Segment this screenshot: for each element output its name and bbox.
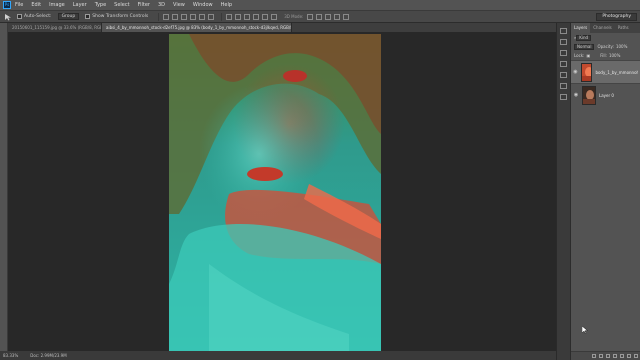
menu-edit[interactable]: Edit [31, 2, 41, 8]
distribute-left-icon[interactable] [253, 13, 260, 20]
lock-label: Lock: [574, 53, 585, 58]
3d-scale-icon[interactable] [343, 13, 350, 20]
tab-layers[interactable]: Layers [571, 23, 591, 33]
workspace-switcher[interactable]: Photography [596, 13, 637, 21]
layer-row-base[interactable]: ◉ Layer 0 [571, 83, 640, 106]
zoom-level[interactable]: 83.33% [3, 353, 18, 358]
menu-3d[interactable]: 3D [158, 2, 165, 8]
layer-thumbnail [582, 85, 596, 105]
align-left-icon[interactable] [190, 13, 197, 20]
layer-name[interactable]: body_1_by_mmonnoh_st... [595, 70, 638, 75]
menu-filter[interactable]: Filter [138, 2, 150, 8]
status-bar: 83.33% Doc: 2.99M/23.9M [0, 351, 556, 360]
menu-bar: Ps File Edit Image Layer Type Select Fil… [0, 0, 640, 10]
layer-row-body[interactable]: ◉ body_1_by_mmonnoh_st... [571, 60, 640, 83]
adjustment-layer-icon[interactable] [613, 354, 617, 358]
mask-icon[interactable] [606, 354, 610, 358]
panel-tab-bar: Layers Channels Paths [571, 23, 640, 33]
link-layers-icon[interactable] [592, 354, 596, 358]
distribute-top-icon[interactable] [226, 13, 233, 20]
options-bar: Auto-Select: Group Show Transform Contro… [0, 10, 640, 23]
show-transform-checkbox[interactable] [85, 14, 91, 19]
move-tool-icon[interactable] [3, 12, 13, 21]
opacity-label: Opacity: [597, 44, 614, 49]
trash-icon[interactable] [634, 354, 638, 358]
new-group-icon[interactable] [620, 354, 624, 358]
mouse-cursor-icon [582, 326, 588, 334]
kind-filter[interactable]: Kind [576, 34, 592, 41]
distribute-bottom-icon[interactable] [244, 13, 251, 20]
menu-help[interactable]: Help [221, 2, 232, 8]
show-transform-label: Show Transform Controls [92, 14, 149, 19]
align-right-icon[interactable] [208, 13, 215, 20]
blend-row: Normal Opacity: 100% [571, 42, 640, 51]
character-icon[interactable] [560, 72, 567, 78]
align-bottom-icon[interactable] [181, 13, 188, 20]
menu-file[interactable]: File [15, 2, 23, 8]
menu-window[interactable]: Window [193, 2, 213, 8]
options-divider [221, 12, 223, 21]
document-image[interactable] [169, 34, 381, 351]
new-layer-icon[interactable] [627, 354, 631, 358]
distribute-middle-icon[interactable] [235, 13, 242, 20]
align-middle-icon[interactable] [172, 13, 179, 20]
opacity-value[interactable]: 100% [616, 44, 627, 49]
menu-view[interactable]: View [173, 2, 185, 8]
3d-pan-icon[interactable] [325, 13, 332, 20]
tab-paths[interactable]: Paths [615, 23, 632, 33]
blend-mode-select[interactable]: Normal [574, 43, 595, 50]
auto-select-label: Auto-Select: [24, 14, 52, 19]
adjustments-icon[interactable] [560, 50, 567, 56]
lock-row: Lock: ▣ Fill: 100% [571, 51, 640, 60]
menu-type[interactable]: Type [95, 2, 106, 8]
menu-select[interactable]: Select [114, 2, 129, 8]
menu-layer[interactable]: Layer [73, 2, 87, 8]
document-size: Doc: 2.99M/23.9M [30, 353, 67, 358]
auto-select-checkbox[interactable] [17, 14, 22, 19]
properties-icon[interactable] [560, 39, 567, 45]
fill-label: Fill: [600, 53, 607, 58]
brush-icon[interactable] [560, 61, 567, 67]
layer-filter-row: ⌕ Kind [571, 33, 640, 42]
paragraph-icon[interactable] [560, 83, 567, 89]
distribute-center-icon[interactable] [262, 13, 269, 20]
eye-icon[interactable]: ◉ [573, 69, 578, 75]
layers-panel-footer [571, 351, 640, 360]
layer-thumbnail [580, 62, 593, 82]
3d-mode-label: 3D Mode: [284, 14, 304, 19]
distribute-right-icon[interactable] [271, 13, 278, 20]
layer-name[interactable]: Layer 0 [599, 93, 614, 98]
history-icon[interactable] [560, 28, 567, 34]
document-tab-active[interactable]: aibsi_4_by_mmonnoh_stock-d2ef75.jpg @ 83… [102, 23, 292, 32]
options-divider [158, 12, 160, 21]
lock-icon[interactable]: ▣ [586, 53, 590, 58]
panel-icon-strip [556, 23, 570, 360]
canvas-area[interactable] [8, 32, 556, 351]
3d-rotate-icon[interactable] [307, 13, 314, 20]
align-center-icon[interactable] [199, 13, 206, 20]
document-tab-bar: 20150601_115159.jpg @ 33.6% (RGB/8, RGB/… [8, 23, 556, 32]
photoshop-logo-icon: Ps [3, 1, 11, 9]
fx-icon[interactable] [599, 354, 603, 358]
fill-value[interactable]: 100% [609, 53, 620, 58]
3d-roll-icon[interactable] [316, 13, 323, 20]
swatches-icon[interactable] [560, 94, 567, 100]
auto-select-dropdown[interactable]: Group [57, 13, 80, 20]
document-tab[interactable]: 20150601_115159.jpg @ 33.6% (RGB/8, RGB/… [8, 23, 102, 32]
tools-panel [0, 23, 8, 351]
menu-image[interactable]: Image [49, 2, 65, 8]
eye-icon[interactable]: ◉ [573, 92, 579, 98]
3d-slide-icon[interactable] [334, 13, 341, 20]
align-top-icon[interactable] [163, 13, 170, 20]
tab-channels[interactable]: Channels [590, 23, 615, 33]
layers-panel: Layers Channels Paths ⌕ Kind Normal Opac… [570, 23, 640, 360]
